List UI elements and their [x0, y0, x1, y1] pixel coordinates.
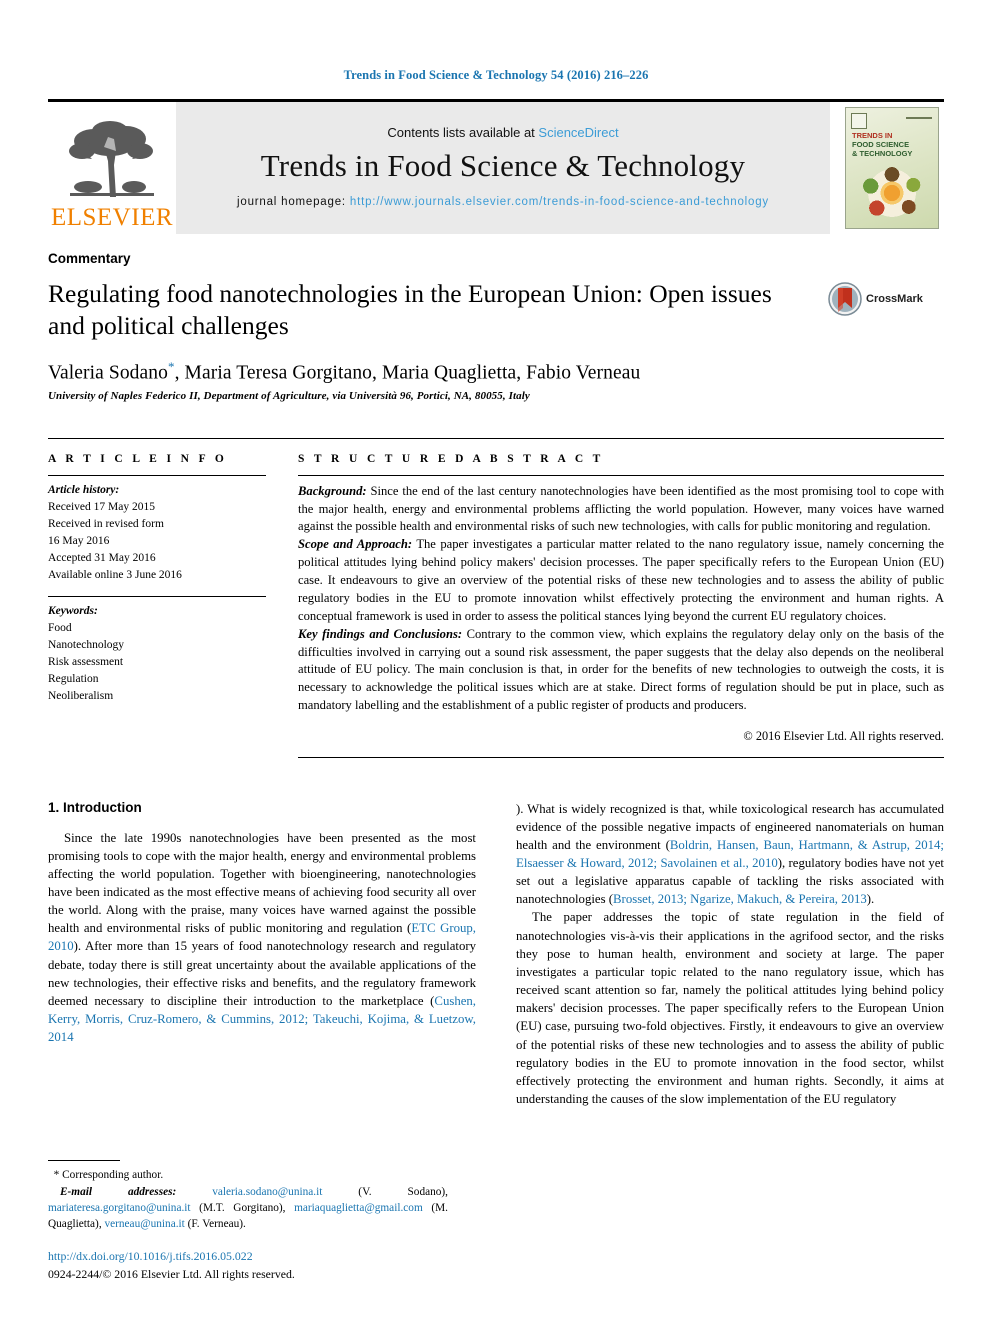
keywords-heading: Keywords: — [48, 604, 98, 617]
doi-link[interactable]: http://dx.doi.org/10.1016/j.tifs.2016.05… — [48, 1248, 448, 1265]
email-link[interactable]: mariateresa.gorgitano@unina.it — [48, 1202, 191, 1214]
contents-prefix: Contents lists available at — [387, 125, 539, 141]
article-history-block: Article history: Received 17 May 2015 Re… — [48, 476, 266, 596]
cover-image: TRENDS IN FOOD SCIENCE & TECHNOLOGY — [845, 107, 939, 229]
title-row: Regulating food nanotechnologies in the … — [48, 278, 944, 341]
elsevier-tree-icon — [69, 121, 154, 197]
keyword-item: Neoliberalism — [48, 689, 114, 702]
history-item: Accepted 31 May 2016 — [48, 551, 156, 564]
paragraph-text: ). — [866, 892, 875, 907]
history-item: Received in revised form — [48, 517, 164, 530]
paragraph-text: Since the late 1990s nanotechnologies ha… — [48, 830, 476, 936]
body-paragraph: ). What is widely recognized is that, wh… — [516, 800, 944, 909]
email-link[interactable]: mariaquaglietta@gmail.com — [294, 1202, 423, 1214]
crossmark-badge[interactable]: CrossMark — [828, 282, 923, 316]
email-addresses-note: E-mail addresses: valeria.sodano@unina.i… — [48, 1184, 448, 1233]
journal-cover-thumbnail: TRENDS IN FOOD SCIENCE & TECHNOLOGY — [840, 102, 944, 234]
corresponding-author-marker[interactable]: * — [168, 359, 175, 374]
body-paragraph: Since the late 1990s nanotechnologies ha… — [48, 829, 476, 1047]
info-abstract-block: A R T I C L E I N F O Article history: R… — [48, 437, 944, 758]
issn-copyright: 0924-2244/© 2016 Elsevier Ltd. All right… — [48, 1266, 295, 1281]
citation-link[interactable]: Brosset, 2013; Ngarize, Makuch, & Pereir… — [613, 892, 867, 906]
email-owner: (F. Verneau). — [184, 1218, 246, 1231]
article-info-column: A R T I C L E I N F O Article history: R… — [48, 439, 298, 758]
cover-title-text: TRENDS IN FOOD SCIENCE & TECHNOLOGY — [852, 131, 933, 159]
email-owner: (M.T. Gorgitano), — [190, 1202, 295, 1215]
keyword-item: Risk assessment — [48, 655, 124, 668]
email-owner: (V. Sodano), — [322, 1185, 448, 1198]
keyword-item: Nanotechnology — [48, 638, 125, 651]
history-item: Received 17 May 2015 — [48, 500, 155, 513]
journal-homepage-line: journal homepage: http://www.journals.el… — [237, 194, 769, 211]
affiliation: University of Naples Federico II, Depart… — [48, 389, 530, 402]
abstract-copyright: © 2016 Elsevier Ltd. All rights reserved… — [743, 729, 944, 744]
journal-masthead: ELSEVIER Contents lists available at Sci… — [48, 99, 944, 234]
journal-homepage-url[interactable]: http://www.journals.elsevier.com/trends-… — [350, 196, 769, 208]
cover-elsevier-mark-icon — [851, 113, 867, 129]
email-link[interactable]: verneau@unina.it — [104, 1218, 184, 1230]
author-first: Valeria Sodano — [48, 362, 168, 384]
history-item: Available online 3 June 2016 — [48, 568, 182, 581]
article-type: Commentary — [48, 251, 131, 266]
abstract-lead: Background: — [298, 483, 367, 498]
body-paragraph: The paper addresses the topic of state r… — [516, 910, 944, 1107]
abstract-lead: Key findings and Conclusions: — [298, 626, 463, 641]
homepage-prefix: journal homepage: — [237, 196, 350, 209]
cover-food-photo — [854, 164, 930, 222]
asterisk-icon: * — [53, 1169, 60, 1182]
abstract-rule-bottom — [298, 756, 944, 758]
corresponding-author-text: Corresponding author. — [62, 1169, 164, 1182]
abstract-text: Since the end of the last century nanote… — [298, 483, 944, 534]
journal-title: Trends in Food Science & Technology — [260, 148, 746, 184]
body-columns: 1. Introduction Since the late 1990s nan… — [48, 800, 944, 1109]
crossmark-label: CrossMark — [866, 293, 923, 305]
article-history-heading: Article history: — [48, 483, 120, 496]
abstract-label: S T R U C T U R E D A B S T R A C T — [298, 452, 604, 465]
keyword-item: Food — [48, 621, 72, 634]
elsevier-logo: ELSEVIER — [48, 102, 176, 234]
abstract-section: Scope and Approach: The paper investigat… — [298, 536, 944, 625]
contents-available-line: Contents lists available at ScienceDirec… — [387, 125, 618, 140]
history-item: 16 May 2016 — [48, 534, 110, 547]
abstract-body: Background: Since the end of the last ce… — [298, 476, 944, 746]
abstract-section: Key findings and Conclusions: Contrary t… — [298, 626, 944, 715]
email-link[interactable]: valeria.sodano@unina.it — [212, 1186, 322, 1198]
masthead-center: Contents lists available at ScienceDirec… — [176, 102, 830, 234]
cover-rule-decor — [906, 117, 932, 119]
keywords-block: Keywords: Food Nanotechnology Risk asses… — [48, 597, 266, 717]
crossmark-icon — [828, 282, 862, 316]
footnote-rule — [48, 1160, 120, 1162]
abstract-lead: Scope and Approach: — [298, 537, 413, 552]
running-head: Trends in Food Science & Technology 54 (… — [343, 68, 649, 82]
abstract-column: S T R U C T U R E D A B S T R A C T Back… — [298, 439, 944, 758]
cover-title-line3: & TECHNOLOGY — [852, 148, 913, 158]
elsevier-wordmark: ELSEVIER — [50, 204, 174, 231]
keyword-item: Regulation — [48, 672, 99, 685]
paragraph-text: ). After more than 15 years of food nano… — [48, 939, 476, 1008]
author-rest: , Maria Teresa Gorgitano, Maria Quagliet… — [174, 362, 641, 384]
article-info-label: A R T I C L E I N F O — [48, 452, 228, 465]
corresponding-author-note: * Corresponding author. — [48, 1167, 448, 1183]
paper-page: Trends in Food Science & Technology 54 (… — [0, 0, 992, 1323]
section-heading-introduction: 1. Introduction — [48, 799, 142, 815]
body-column-left: 1. Introduction Since the late 1990s nan… — [48, 800, 476, 1109]
abstract-section: Background: Since the end of the last ce… — [298, 483, 944, 537]
page-title: Regulating food nanotechnologies in the … — [48, 279, 772, 340]
email-label: E-mail addresses: — [60, 1185, 177, 1198]
footnote-block: * Corresponding author. E-mail addresses… — [48, 1160, 448, 1283]
body-column-right: ). What is widely recognized is that, wh… — [516, 800, 944, 1109]
sciencedirect-link[interactable]: ScienceDirect — [538, 125, 618, 140]
author-list: Valeria Sodano*, Maria Teresa Gorgitano,… — [48, 357, 944, 385]
